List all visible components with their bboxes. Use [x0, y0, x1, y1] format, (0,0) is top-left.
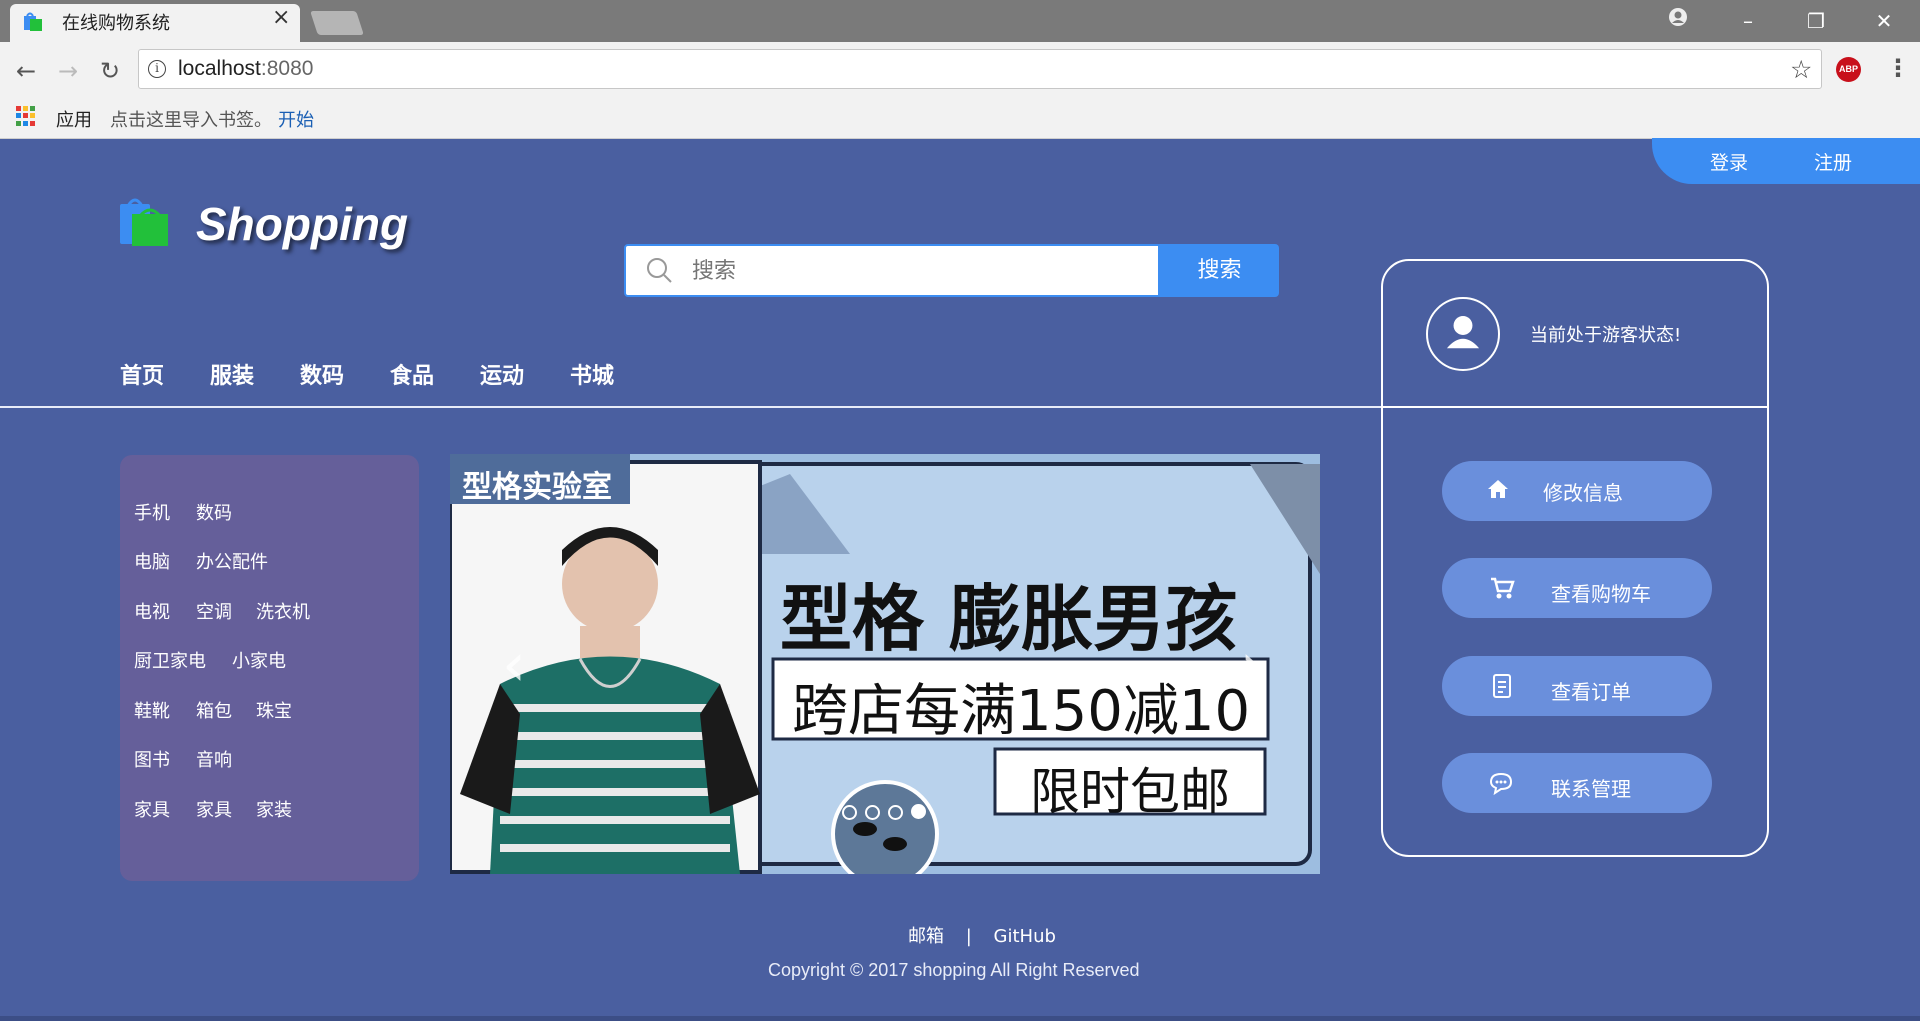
category-item[interactable]: 数码 — [196, 499, 232, 525]
banner-badge-text: 型格实验室 — [462, 470, 612, 505]
home-icon — [1488, 480, 1508, 498]
banner-promo-shipping: 限时包邮 — [1030, 763, 1230, 821]
carousel-dot[interactable] — [888, 805, 903, 820]
search-button[interactable]: 搜索 — [1160, 244, 1279, 297]
nav-digital[interactable]: 数码 — [300, 358, 344, 390]
category-item[interactable]: 家具 — [196, 796, 232, 822]
bookmarks-apps-label[interactable]: 应用 — [56, 106, 92, 132]
category-item[interactable]: 小家电 — [232, 647, 286, 673]
address-bar[interactable] — [138, 49, 1822, 89]
category-item[interactable]: 电视 — [134, 598, 170, 624]
browser-menu-icon[interactable]: ⋮ — [1886, 54, 1910, 82]
carousel-dot-active[interactable] — [911, 804, 926, 819]
footer-email-link[interactable]: 邮箱 — [908, 926, 944, 947]
category-item[interactable]: 空调 — [196, 598, 232, 624]
site-logo-text[interactable]: Shopping — [196, 197, 408, 251]
search-input[interactable] — [690, 251, 1134, 291]
minimize-icon[interactable]: – — [1726, 6, 1770, 36]
category-item[interactable]: 手机 — [134, 499, 170, 525]
category-item[interactable]: 珠宝 — [256, 697, 292, 723]
carousel-dot[interactable] — [842, 805, 857, 820]
login-link[interactable]: 登录 — [1710, 148, 1748, 175]
bookmarks-start-link[interactable]: 开始 — [278, 106, 314, 132]
nav-books[interactable]: 书城 — [570, 358, 614, 390]
footer-separator: | — [965, 926, 972, 947]
footer-links: 邮箱 | GitHub — [900, 922, 1064, 948]
apps-grid-icon[interactable] — [16, 106, 36, 126]
bookmarks-import-hint: 点击这里导入书签。 — [110, 110, 272, 131]
view-orders-label: 查看订单 — [1551, 680, 1631, 704]
reload-icon[interactable]: ↻ — [96, 57, 124, 85]
category-item[interactable]: 洗衣机 — [256, 598, 310, 624]
category-item[interactable]: 办公配件 — [196, 548, 268, 574]
profile-icon[interactable] — [1668, 7, 1688, 27]
category-item[interactable]: 家装 — [256, 796, 292, 822]
banner-carousel[interactable]: 型格实验室 型格 膨胀男孩 跨店每满150减10 限时包邮 ‹ › — [450, 454, 1320, 874]
banner-headline: 型格 膨胀男孩 — [780, 577, 1238, 661]
close-tab-icon[interactable]: × — [272, 7, 290, 29]
carousel-prev-arrow-icon[interactable]: ‹ — [502, 630, 526, 700]
footer-copyright: Copyright © 2017 shopping All Right Rese… — [768, 960, 1140, 980]
nav-sports[interactable]: 运动 — [480, 358, 524, 390]
contact-admin-label: 联系管理 — [1551, 777, 1631, 801]
category-item[interactable]: 箱包 — [196, 697, 232, 723]
auth-tab — [1652, 138, 1920, 184]
category-item[interactable]: 电脑 — [134, 548, 170, 574]
category-item[interactable]: 家具 — [134, 796, 170, 822]
category-item[interactable]: 音响 — [196, 746, 232, 772]
view-cart-label: 查看购物车 — [1551, 582, 1651, 606]
document-icon — [1493, 674, 1511, 698]
bottom-strip — [0, 1016, 1920, 1021]
user-avatar-icon — [1426, 297, 1500, 371]
cart-icon — [1491, 577, 1515, 599]
chat-icon — [1489, 772, 1513, 796]
edit-info-label: 修改信息 — [1543, 481, 1623, 505]
bookmark-star-icon[interactable]: ☆ — [1790, 55, 1812, 84]
nav-home[interactable]: 首页 — [120, 358, 164, 390]
back-arrow-icon[interactable]: ← — [12, 57, 40, 85]
carousel-dot[interactable] — [865, 805, 880, 820]
category-item[interactable]: 图书 — [134, 746, 170, 772]
nav-food[interactable]: 食品 — [390, 358, 434, 390]
nav-clothing[interactable]: 服装 — [210, 358, 254, 390]
address-url[interactable]: localhost:8080 — [178, 57, 313, 81]
shopping-bag-favicon-icon — [24, 12, 42, 31]
tab-title: 在线购物系统 — [62, 13, 170, 34]
forward-arrow-icon[interactable]: → — [54, 57, 82, 85]
carousel-next-arrow-icon[interactable]: › — [1240, 630, 1264, 700]
header-divider — [0, 406, 1382, 408]
category-item[interactable]: 鞋靴 — [134, 697, 170, 723]
register-link[interactable]: 注册 — [1814, 148, 1852, 175]
banner-promo-discount: 跨店每满150减10 — [792, 679, 1251, 744]
shopping-bag-logo-icon — [120, 198, 168, 246]
info-icon[interactable]: i — [148, 60, 166, 78]
close-window-icon[interactable]: ✕ — [1862, 6, 1906, 36]
footer-github-link[interactable]: GitHub — [994, 926, 1056, 947]
restore-icon[interactable]: ❐ — [1794, 6, 1838, 36]
adblock-extension-icon[interactable]: ABP — [1836, 57, 1861, 82]
guest-status-text: 当前处于游客状态! — [1530, 325, 1682, 346]
search-icon — [647, 258, 672, 283]
category-item[interactable]: 厨卫家电 — [134, 647, 206, 673]
user-panel-divider — [1381, 406, 1769, 408]
new-tab-button[interactable] — [310, 11, 364, 35]
